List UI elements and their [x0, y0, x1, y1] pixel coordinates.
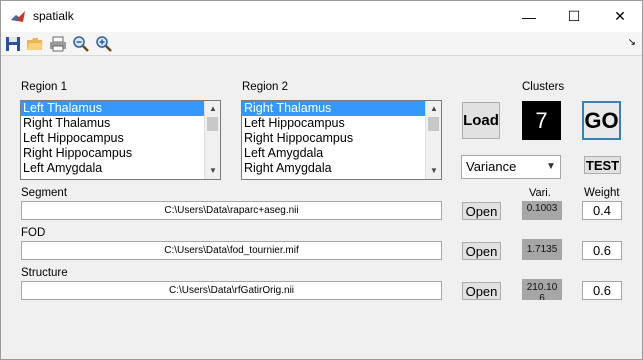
toolbar: ↘: [1, 32, 642, 56]
print-icon[interactable]: [49, 35, 67, 53]
vari-column-header: Vari.: [529, 187, 551, 199]
close-button[interactable]: ✕: [597, 1, 643, 32]
maximize-icon: ☐: [567, 8, 581, 24]
maximize-button[interactable]: ☐: [551, 1, 597, 32]
region2-label: Region 2: [242, 81, 289, 93]
clusters-value[interactable]: 7: [522, 101, 561, 140]
region2-scrollbar[interactable]: ▲ ▼: [425, 101, 441, 179]
fod-weight-field[interactable]: 0.6: [582, 241, 622, 260]
region1-label: Region 1: [21, 81, 68, 93]
minimize-icon: —: [522, 8, 536, 25]
structure-vari-value: 210.10 6: [522, 279, 562, 300]
segment-path-field[interactable]: C:\Users\Data\raparc+aseg.nii: [21, 201, 442, 220]
list-item[interactable]: Right Hippocampus: [242, 131, 441, 146]
app-window: spatialk — ☐ ✕ ↘ Region 1 Left Thalamus …: [0, 0, 643, 360]
weight-column-header: Weight: [584, 187, 620, 199]
zoom-in-icon[interactable]: [95, 35, 113, 53]
scroll-thumb[interactable]: [207, 117, 218, 131]
segment-weight-field[interactable]: 0.4: [582, 201, 622, 220]
list-item[interactable]: Left Hippocampus: [21, 131, 220, 146]
method-select[interactable]: Variance ▼: [461, 155, 561, 179]
save-icon[interactable]: [4, 35, 22, 53]
structure-open-button[interactable]: Open: [462, 282, 501, 300]
structure-path-field[interactable]: C:\Users\Data\rfGatirOrig.nii: [21, 281, 442, 300]
minimize-button[interactable]: —: [506, 1, 552, 32]
list-item[interactable]: Left Amygdala: [242, 146, 441, 161]
list-item[interactable]: Left Amygdala: [21, 161, 220, 176]
segment-vari-value: 0.1003: [522, 201, 562, 220]
matlab-icon: [10, 9, 26, 25]
scroll-up-icon[interactable]: ▲: [426, 102, 441, 116]
list-item[interactable]: Left Thalamus: [21, 101, 220, 116]
list-item[interactable]: Right Thalamus: [21, 116, 220, 131]
list-item[interactable]: Left Hippocampus: [242, 116, 441, 131]
window-title: spatialk: [33, 9, 74, 23]
go-button[interactable]: GO: [582, 101, 621, 140]
segment-label: Segment: [21, 187, 68, 199]
list-item[interactable]: Right Thalamus: [242, 101, 441, 116]
region1-listbox[interactable]: Left Thalamus Right Thalamus Left Hippoc…: [20, 100, 221, 180]
list-item[interactable]: Right Amygdala: [242, 161, 441, 176]
fod-open-button[interactable]: Open: [462, 242, 501, 260]
test-button[interactable]: TEST: [584, 156, 621, 174]
chevron-down-icon: ▼: [546, 161, 556, 172]
scroll-down-icon[interactable]: ▼: [205, 164, 220, 178]
open-folder-icon[interactable]: [26, 35, 44, 53]
zoom-out-icon[interactable]: [72, 35, 90, 53]
structure-label: Structure: [21, 267, 68, 279]
fod-path-field[interactable]: C:\Users\Data\fod_tournier.mif: [21, 241, 442, 260]
structure-weight-field[interactable]: 0.6: [582, 281, 622, 300]
title-bar: spatialk — ☐ ✕: [1, 1, 642, 32]
fod-vari-value: 1.7135: [522, 239, 562, 260]
load-button[interactable]: Load: [462, 102, 500, 139]
clusters-label: Clusters: [522, 81, 565, 93]
method-select-value: Variance: [466, 159, 517, 174]
scroll-up-icon[interactable]: ▲: [205, 102, 220, 116]
fod-label: FOD: [21, 227, 46, 239]
list-item[interactable]: Right Hippocampus: [21, 146, 220, 161]
segment-open-button[interactable]: Open: [462, 202, 501, 220]
scroll-down-icon[interactable]: ▼: [426, 164, 441, 178]
scroll-thumb[interactable]: [428, 117, 439, 131]
region2-listbox[interactable]: Right Thalamus Left Hippocampus Right Hi…: [241, 100, 442, 180]
close-icon: ✕: [614, 8, 626, 24]
toolbar-overflow-icon[interactable]: ↘: [628, 37, 636, 48]
region1-scrollbar[interactable]: ▲ ▼: [204, 101, 220, 179]
